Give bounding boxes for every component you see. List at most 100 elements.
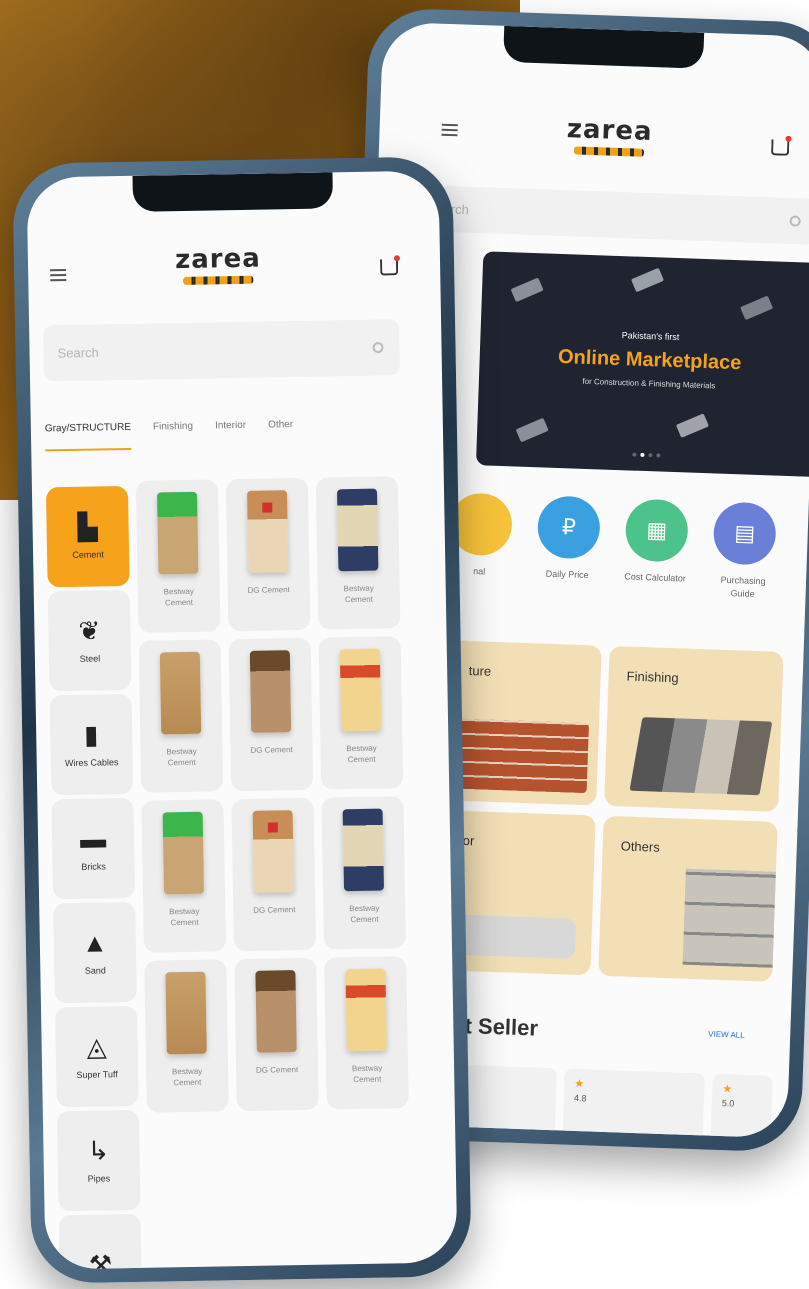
cement-bag-image — [252, 810, 295, 893]
product-card[interactable]: DG Cement — [231, 797, 317, 952]
product-name: Bestway Cement — [346, 743, 377, 765]
product-name: Bestway Cement — [166, 746, 197, 768]
tab-gray-structure[interactable]: Gray/STRUCTURE — [44, 415, 132, 452]
front-phone-screen: zarea Search Gray/STRUCTURE Finishing In… — [26, 170, 458, 1270]
tile-structure[interactable]: ture — [446, 640, 602, 806]
product-card[interactable]: DG Cement — [234, 957, 319, 1112]
logo-text: zarea — [174, 243, 262, 276]
product-grid: Bestway Cement DG Cement Bestway Cement … — [135, 476, 417, 1113]
calculator-icon: ▦ — [624, 498, 689, 563]
tile-label: ture — [468, 663, 492, 679]
tile-samples-image — [629, 717, 773, 796]
tab-finishing[interactable]: Finishing — [153, 415, 194, 450]
banner-headline: Online Marketplace — [557, 345, 742, 375]
pagination-dot[interactable] — [648, 453, 653, 458]
category-tabs: Gray/STRUCTURE Finishing Interior Other — [44, 411, 430, 452]
brick-decoration — [740, 295, 774, 321]
brick-wall-image — [456, 718, 590, 794]
shelf-image — [682, 868, 776, 968]
category-sidebar: ▙ Cement ❦ Steel ▮ Wires Cables ▬ Bricks… — [45, 485, 143, 1270]
service-daily-price[interactable]: ₽ Daily Price — [532, 495, 605, 582]
cart-icon[interactable] — [770, 139, 790, 156]
product-name: DG Cement — [250, 745, 293, 755]
search-input[interactable]: Search — [43, 319, 401, 382]
cement-bag-image — [345, 968, 387, 1052]
product-name: DG Cement — [253, 905, 296, 915]
promo-banner[interactable]: Pakistan's first Online Marketplace for … — [475, 251, 809, 477]
category-more[interactable]: ⚒ — [58, 1213, 143, 1270]
cement-bag-image — [157, 491, 199, 575]
category-steel[interactable]: ❦ Steel — [47, 589, 132, 692]
tile-others[interactable]: Others — [598, 815, 778, 982]
product-name: Bestway Cement — [351, 1063, 383, 1085]
service-cost-calculator[interactable]: ▦ Cost Calculator — [620, 498, 693, 585]
category-sand[interactable]: ▲ Sand — [53, 901, 137, 1004]
product-card[interactable]: Bestway Cement — [135, 479, 221, 633]
tile-finishing[interactable]: Finishing — [604, 645, 784, 812]
product-card[interactable]: Bestway Cement — [138, 639, 224, 793]
pagination-dot[interactable] — [632, 452, 637, 457]
clipboard-icon: ▤ — [712, 501, 777, 566]
cement-bag-image — [247, 490, 289, 573]
pagination-dot-active[interactable] — [640, 452, 645, 457]
cement-mixer-icon: ▙ — [77, 511, 98, 542]
product-card[interactable]: Bestway Cement — [315, 476, 401, 630]
banner-pagination[interactable] — [632, 452, 661, 458]
category-wires-cables[interactable]: ▮ Wires Cables — [49, 693, 134, 796]
product-name: DG Cement — [247, 585, 290, 595]
pagination-dot[interactable] — [656, 453, 661, 458]
brick-decoration — [675, 413, 709, 438]
product-card[interactable]: Bestway Cement — [324, 956, 409, 1110]
tab-other[interactable]: Other — [268, 413, 294, 447]
service-label: Cost Calculator — [624, 571, 687, 584]
brick-decoration — [630, 267, 665, 293]
star-icon: ★ — [574, 1077, 585, 1091]
front-phone: zarea Search Gray/STRUCTURE Finishing In… — [12, 156, 472, 1284]
category-bricks[interactable]: ▬ Bricks — [51, 797, 136, 900]
category-label: Steel — [79, 653, 101, 664]
menu-icon[interactable] — [50, 269, 67, 282]
service-label: Daily Price — [545, 568, 589, 581]
category-label: Pipes — [87, 1173, 111, 1184]
cement-bag-image — [339, 648, 382, 732]
product-card[interactable]: ★ 4.8 — [562, 1068, 705, 1139]
pipe-icon: ↳ — [87, 1135, 110, 1166]
tab-interior[interactable]: Interior — [215, 414, 247, 449]
tile-label: or — [462, 832, 475, 849]
pavers-icon: ◬ — [86, 1031, 107, 1062]
service-purchasing-guide[interactable]: ▤ Purchasing Guide — [707, 501, 780, 601]
sofa-image — [454, 914, 577, 959]
product-name: Bestway Cement — [349, 903, 380, 925]
category-cement[interactable]: ▙ Cement — [45, 485, 130, 588]
product-card[interactable]: ★ 5.0 — [710, 1073, 773, 1139]
search-icon — [372, 341, 384, 354]
cart-icon[interactable] — [379, 259, 399, 276]
menu-icon[interactable] — [441, 123, 458, 137]
zarea-logo: zarea — [559, 114, 660, 157]
phone-notch — [132, 172, 334, 212]
category-label: Wires Cables — [64, 757, 119, 769]
product-name: Bestway Cement — [169, 906, 200, 928]
cement-bag-image — [255, 970, 297, 1053]
search-input[interactable]: rch — [436, 185, 809, 245]
cement-bag-image — [249, 650, 292, 733]
steel-icon: ❦ — [78, 615, 101, 646]
product-card[interactable]: DG Cement — [228, 637, 314, 792]
category-pipes[interactable]: ↳ Pipes — [56, 1109, 141, 1212]
zarea-logo: zarea — [168, 243, 269, 285]
category-super-tuff[interactable]: ◬ Super Tuff — [54, 1005, 139, 1108]
view-all-link[interactable]: VIEW ALL — [708, 1030, 745, 1040]
product-card[interactable]: DG Cement — [225, 477, 311, 632]
product-card[interactable]: Bestway Cement — [318, 636, 404, 790]
product-name: Bestway Cement — [171, 1066, 203, 1088]
rating-value: 5.0 — [721, 1098, 735, 1109]
product-card[interactable]: Bestway Cement — [141, 799, 227, 953]
cable-icon: ▮ — [83, 719, 99, 750]
cement-bag-image — [342, 808, 384, 892]
product-card[interactable]: Bestway Cement — [321, 796, 407, 950]
tile-label: Others — [620, 838, 660, 855]
star-icon: ★ — [722, 1083, 733, 1096]
product-card[interactable]: Bestway Cement — [144, 959, 229, 1113]
brick-decoration — [510, 277, 544, 303]
category-label: Sand — [84, 965, 106, 976]
